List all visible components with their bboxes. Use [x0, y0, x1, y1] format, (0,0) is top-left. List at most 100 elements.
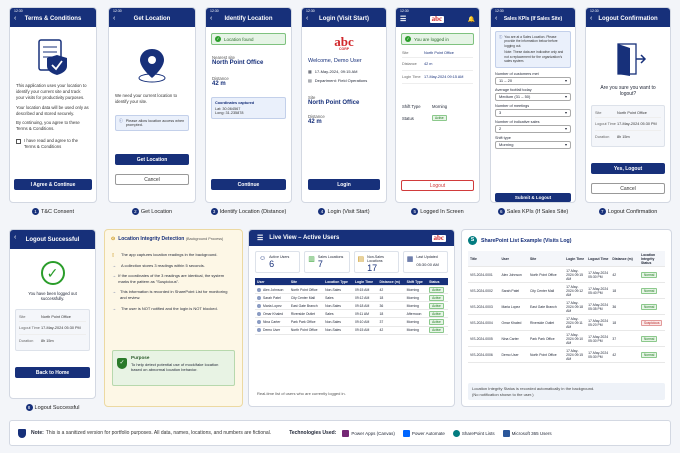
calendar-icon: ▦: [308, 68, 312, 74]
confirm-logout-button[interactable]: Yes, Logout: [591, 163, 665, 174]
checkbox[interactable]: [16, 138, 21, 144]
table-row[interactable]: VIS-2024-0006 Demo User North Point Office…: [468, 346, 665, 363]
table-row[interactable]: VIS-2024-0001 Alex Johnson North Point Off…: [468, 266, 665, 283]
table-cell: VIS-2024-0004: [470, 320, 493, 325]
agree-continue-button[interactable]: I Agree & Continue: [14, 179, 92, 190]
screen-identify-location: 12:30 ‹ Identify Location ✓ Location found …: [205, 7, 292, 203]
table-row[interactable]: VIS-2024-0002 Sarah Patel City Center Mall…: [468, 282, 665, 299]
indicative-sales-select[interactable]: 2 ▾: [495, 124, 571, 133]
table-cell: VIS-2024-0006: [470, 352, 493, 357]
table-cell: 37: [612, 336, 617, 341]
caption-7: 7 Logout Confirmation: [585, 208, 671, 215]
get-location-button[interactable]: Get Location: [115, 154, 189, 165]
table-row[interactable]: Sarah Patel City Center Mall Sales 09:12 AM…: [255, 293, 448, 303]
table-cell: 18: [612, 320, 617, 325]
page-title: Terms & Conditions: [24, 16, 82, 22]
cancel-button[interactable]: Cancel: [591, 183, 665, 194]
purpose-box: ✓ Purpose To help detect potential use o…: [112, 350, 235, 386]
sharepoint-header: S SharePoint List Example (Visits Log): [462, 230, 671, 251]
back-icon[interactable]: ‹: [113, 15, 115, 22]
back-to-home-button[interactable]: Back to Home: [15, 367, 90, 378]
back-icon[interactable]: ‹: [210, 15, 212, 22]
table-cell: North Point Office: [290, 287, 318, 292]
submit-logout-button[interactable]: Submit & Logout: [495, 193, 571, 202]
kpi-last-updated: ▦ Last Updated 05:30:00 AM: [402, 251, 448, 273]
shift-value: Morning: [432, 104, 448, 109]
table-row[interactable]: VIS-2024-0005 Nina Carter Park Park Office…: [468, 330, 665, 347]
process-steps: ▯ The app captures location readings in t…: [105, 246, 242, 313]
title-bar: 12:30 ‹ Terms & Conditions: [10, 8, 96, 27]
continue-button[interactable]: Continue: [211, 179, 286, 190]
company-logo: abc: [431, 233, 446, 242]
back-icon[interactable]: ‹: [306, 15, 308, 22]
caption-8: 8 Logout Successful: [9, 404, 96, 411]
table-cell: Alex Johnson: [263, 287, 284, 292]
integrity-status-badge: Normal: [641, 351, 658, 358]
table-cell: Sales: [325, 311, 334, 316]
shift-type-select[interactable]: Morning ▾: [495, 140, 571, 149]
terms-text-3: By continuing, you agree to these Terms …: [16, 120, 80, 132]
table-row[interactable]: Omar Khaled Riverside Outlet Sales 09:11 AM…: [255, 309, 448, 319]
table-row[interactable]: Demo User North Point Office Non-Sales 09:1…: [255, 326, 448, 335]
table-cell: Nina Carter: [263, 319, 281, 324]
table-row[interactable]: VIS-2024-0003 Maria Lopez East Gate Branch…: [468, 298, 665, 315]
table-cell: Park Park Office: [530, 336, 555, 341]
screen-logout-confirmation: 12:30 ‹ Logout Confirmation Are you sure y…: [585, 7, 671, 203]
chevron-down-icon: ▾: [564, 110, 567, 116]
title-bar: 12:30 ‹ Logout Confirmation: [586, 8, 670, 27]
back-icon[interactable]: ‹: [14, 234, 16, 241]
table-cell: Alex Johnson: [501, 272, 522, 277]
table-cell: Maria Lopez: [501, 304, 521, 309]
bell-icon[interactable]: 🔔: [468, 16, 475, 23]
page-title: Get Location: [133, 16, 171, 22]
meetings-select[interactable]: 3 ▾: [495, 108, 571, 117]
avatar: [257, 295, 261, 300]
title-bar: 12:30 ‹ Sales KPIs (If Sales Site): [491, 8, 575, 27]
table-cell: Omar Khaled: [501, 320, 522, 325]
table-cell: VIS-2024-0003: [470, 304, 493, 309]
detail-row: Distance 42 m: [402, 58, 473, 71]
cancel-button[interactable]: Cancel: [115, 174, 189, 185]
integrity-status-badge: Suspicious: [641, 319, 663, 326]
table-row[interactable]: Maria Lopez East Gate Branch Non-Sales 09:1…: [255, 301, 448, 311]
table-row[interactable]: VIS-2024-0004 Omar Khaled Riverside Outlet…: [468, 314, 665, 331]
success-check-icon: ✓: [40, 261, 65, 285]
table-cell: Morning: [406, 328, 419, 333]
logged-in-banner: ✓ You are logged in: [401, 33, 474, 45]
menu-icon[interactable]: ☰: [257, 234, 263, 242]
menu-icon[interactable]: ☰: [400, 15, 406, 23]
table-cell: 18: [379, 311, 384, 316]
calendar-icon: ▦: [406, 256, 414, 263]
back-icon[interactable]: ‹: [590, 15, 592, 22]
process-step: → A collection stores 3 readings within 5…: [112, 262, 205, 268]
back-icon[interactable]: ‹: [14, 15, 16, 22]
sharepoint-lists-icon: [452, 429, 460, 437]
table-cell: Demo User: [263, 328, 281, 333]
logout-question: Are you sure you want to logout?: [600, 85, 656, 97]
table-cell: Omar Khaled: [263, 311, 283, 316]
table-row[interactable]: Nina Carter Park Park Office Non-Sales 09:1…: [255, 317, 448, 327]
logout-button[interactable]: Logout: [401, 180, 474, 191]
back-icon[interactable]: ‹: [495, 15, 497, 22]
panel-header: ⊙ Location Integrity Detection (Backgroun…: [111, 236, 224, 242]
avatar: [257, 303, 261, 308]
table-cell: Non-Sales: [325, 303, 341, 308]
table-row[interactable]: Alex Johnson North Point Office Non-Sales 0…: [255, 285, 448, 295]
footfall-select[interactable]: Medium (31 – 50) ▾: [495, 92, 571, 101]
status-badge: Active: [429, 310, 444, 317]
tech-sharepoint: SharePoint Lists: [461, 430, 495, 436]
tech-used-label: Technologies Used:: [289, 430, 337, 436]
status-badge: Active: [429, 302, 444, 309]
table-cell: North Point Office: [530, 352, 557, 357]
sharepoint-footnote: Location Integrity Status is recorded au…: [468, 383, 665, 400]
login-button[interactable]: Login: [308, 179, 380, 190]
table-cell: 09:11 AM: [354, 311, 370, 316]
tech-power-automate: Power Automate: [411, 430, 445, 436]
integrity-status-badge: Normal: [641, 335, 658, 342]
table-cell: 17-May-2024 05:40 PM: [588, 286, 609, 295]
customers-met-select[interactable]: 11 – 20 ▾: [495, 76, 571, 85]
agree-checkbox-row[interactable]: I have read and agree to the Terms & Con…: [16, 138, 90, 150]
table-cell: Non-Sales: [325, 287, 341, 292]
table-cell: 17-May-2024 09:15 AM: [566, 348, 584, 361]
distance-value: 42 m: [308, 118, 322, 125]
